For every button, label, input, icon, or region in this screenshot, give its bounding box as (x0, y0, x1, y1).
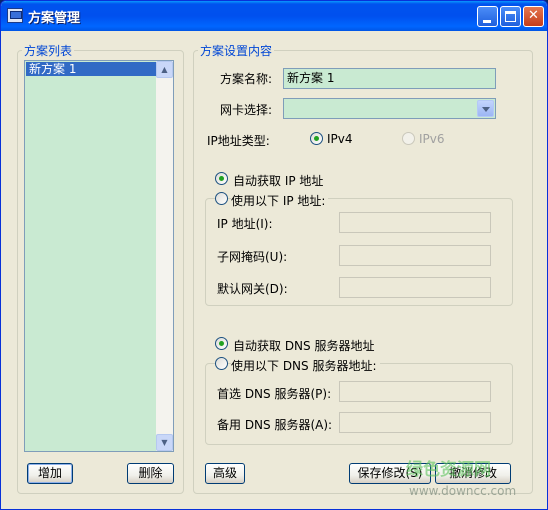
ipv6-radio[interactable] (402, 132, 415, 145)
dns-primary-input[interactable] (339, 381, 491, 402)
dns-auto-radio[interactable] (215, 337, 228, 350)
gateway-input[interactable] (339, 277, 491, 298)
scheme-list-legend: 方案列表 (24, 44, 73, 58)
minimize-button[interactable] (477, 6, 498, 27)
maximize-icon (505, 11, 516, 22)
ip-address-input[interactable] (339, 212, 491, 233)
dns-secondary-label: 备用 DNS 服务器(A): (217, 418, 333, 432)
add-button[interactable]: 增加 (27, 463, 73, 484)
scheme-settings-legend: 方案设置内容 (200, 44, 273, 58)
ip-manual-label: 使用以下 IP 地址: (231, 192, 329, 209)
dns-secondary-input[interactable] (339, 412, 491, 433)
close-icon: ✕ (528, 8, 539, 23)
subnet-label: 子网掩码(U): (217, 250, 288, 264)
nic-select[interactable] (283, 98, 496, 119)
advanced-button[interactable]: 高级 (205, 463, 245, 484)
close-button[interactable]: ✕ (523, 6, 544, 27)
window-title: 方案管理 (28, 11, 81, 26)
subnet-input[interactable] (339, 245, 491, 266)
ipv6-label: IPv6 (419, 132, 445, 146)
maximize-button[interactable] (500, 6, 521, 27)
minimize-icon (483, 20, 491, 23)
chevron-down-icon[interactable] (477, 100, 494, 117)
ip-address-label: IP 地址(I): (217, 217, 273, 231)
watermark-url: www.downcc.com (409, 484, 517, 498)
scroll-down-button[interactable]: ▼ (156, 434, 173, 451)
scheme-manager-window: 方案管理 ✕ 方案列表 新方案 1 ▲ ▼ 增加 删除 方案设置内容 方案名称:… (0, 0, 548, 510)
dns-primary-label: 首选 DNS 服务器(P): (217, 387, 332, 401)
ipv4-radio[interactable] (310, 132, 323, 145)
ip-manual-radio[interactable] (215, 192, 228, 205)
list-item[interactable]: 新方案 1 (26, 62, 156, 76)
vertical-scrollbar[interactable]: ▲ ▼ (156, 61, 173, 451)
delete-button[interactable]: 删除 (127, 463, 174, 484)
dns-auto-label: 自动获取 DNS 服务器地址 (233, 339, 375, 353)
app-icon (7, 8, 23, 23)
ip-auto-label: 自动获取 IP 地址 (233, 174, 324, 188)
dns-manual-label: 使用以下 DNS 服务器地址: (231, 357, 380, 374)
scheme-listbox[interactable]: 新方案 1 ▲ ▼ (24, 60, 174, 452)
ipv4-label: IPv4 (327, 132, 353, 146)
dns-manual-radio[interactable] (215, 357, 228, 370)
watermark-logo: 绿色资源网 (406, 460, 491, 480)
scheme-name-label: 方案名称: (220, 72, 273, 86)
ip-type-label: IP地址类型: (207, 134, 270, 148)
ip-auto-radio[interactable] (215, 172, 228, 185)
scheme-name-input[interactable]: 新方案 1 (283, 68, 496, 89)
title-bar[interactable]: 方案管理 ✕ (1, 1, 547, 31)
scroll-up-button[interactable]: ▲ (156, 61, 173, 78)
nic-label: 网卡选择: (220, 103, 273, 117)
gateway-label: 默认网关(D): (217, 282, 288, 296)
